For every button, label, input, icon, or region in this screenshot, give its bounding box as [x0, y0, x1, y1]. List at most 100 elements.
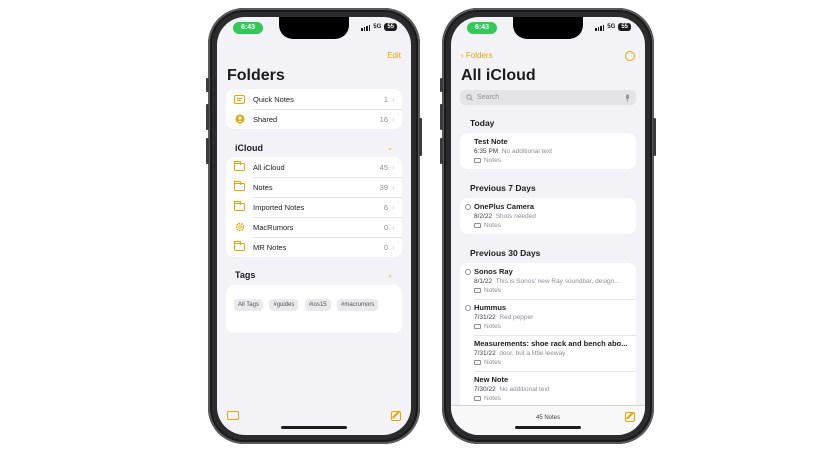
folder-row-shared[interactable]: Shared 16 ›	[226, 109, 402, 129]
folders-screen: 6:43 5G 55 Edit Folders Quick Notes 1 › …	[217, 17, 411, 435]
folder-icon	[474, 396, 481, 401]
top-folders-list: Quick Notes 1 › Shared 16 ›	[226, 89, 402, 129]
folder-count: 45	[379, 162, 388, 172]
folder-row-mr-notes[interactable]: MR Notes 0 ›	[226, 237, 402, 257]
folder-count: 16	[379, 114, 388, 124]
group-header-previous-30-days: Previous 30 Days	[470, 248, 541, 258]
folder-row-all-icloud[interactable]: All iCloud 45 ›	[226, 157, 402, 177]
search-icon	[466, 94, 473, 101]
tag-ios15[interactable]: #ios15	[304, 299, 331, 311]
note-subtitle: 6:35 PM No additional text	[474, 148, 553, 155]
note-title: Test Note	[474, 137, 508, 146]
side-button	[419, 118, 422, 156]
group-header-today: Today	[470, 118, 495, 128]
folder-icon	[234, 201, 245, 212]
note-item[interactable]: OnePlus Camera 8/2/22 Shots needed Notes	[460, 198, 636, 234]
group-header-previous-7-days: Previous 7 Days	[470, 183, 536, 193]
note-subtitle: 8/1/22 This is Sonos' new Ray soundbar, …	[474, 278, 620, 285]
more-icon[interactable]: ···	[625, 51, 635, 61]
note-title: OnePlus Camera	[474, 202, 535, 211]
note-folder: Notes	[474, 222, 628, 229]
folder-label: Shared	[253, 114, 278, 124]
search-field[interactable]: Search	[460, 90, 636, 105]
folder-row-imported-notes[interactable]: Imported Notes 6 ›	[226, 197, 402, 217]
network-label: 5G	[373, 24, 382, 30]
chevron-right-icon: ›	[392, 242, 395, 252]
status-time: 6:43	[467, 22, 497, 34]
folder-label: Notes	[253, 182, 273, 192]
chevron-right-icon: ›	[392, 162, 395, 172]
search-placeholder: Search	[477, 94, 500, 101]
volume-up-button	[206, 104, 209, 130]
notes-group-today: Test Note 6:35 PM No additional text Not…	[460, 133, 636, 169]
chevron-right-icon: ›	[392, 202, 395, 212]
tags-section-header[interactable]: Tags	[235, 270, 255, 280]
note-item[interactable]: Test Note 6:35 PM No additional text Not…	[460, 133, 636, 169]
note-item[interactable]: Sonos Ray 8/1/22 This is Sonos' new Ray …	[460, 263, 636, 299]
note-folder: Notes	[474, 323, 628, 330]
chevron-down-icon[interactable]: ⌄	[387, 144, 393, 152]
folder-count: 0	[383, 222, 388, 232]
folder-row-macrumors[interactable]: MacRumors 0 ›	[226, 217, 402, 237]
tag-all-tags[interactable]: All Tags	[234, 299, 263, 311]
compose-icon[interactable]	[625, 412, 635, 422]
icloud-section-header[interactable]: iCloud	[235, 143, 263, 153]
folder-icon	[474, 223, 481, 228]
note-title: Measurements: shoe rack and bench abo...	[474, 339, 628, 348]
folder-label: All iCloud	[253, 162, 285, 172]
note-folder: Notes	[474, 395, 628, 402]
edit-button[interactable]: Edit	[387, 51, 401, 60]
note-folder: Notes	[474, 157, 628, 164]
action-button	[206, 78, 209, 92]
note-title: New Note	[474, 375, 509, 384]
shared-icon	[234, 114, 245, 124]
home-indicator	[515, 426, 581, 429]
folder-label: Quick Notes	[253, 94, 294, 104]
folder-icon	[474, 360, 481, 365]
phone-frame-left: 6:43 5G 55 Edit Folders Quick Notes 1 › …	[206, 8, 422, 444]
home-indicator	[281, 426, 347, 429]
notes-group-previous-7-days: OnePlus Camera 8/2/22 Shots needed Notes	[460, 198, 636, 234]
compose-icon[interactable]	[391, 411, 401, 421]
shared-icon	[465, 305, 471, 311]
note-item[interactable]: Measurements: shoe rack and bench abo...…	[460, 335, 636, 371]
chevron-right-icon: ›	[392, 182, 395, 192]
tag-guides[interactable]: #guides	[269, 299, 299, 311]
note-subtitle: 8/2/22 Shots needed	[474, 213, 536, 220]
note-item[interactable]: New Note 7/30/22 No additional text Note…	[460, 371, 636, 407]
note-subtitle: 7/31/22 door, but a little leeway	[474, 350, 566, 357]
folder-row-quick-notes[interactable]: Quick Notes 1 ›	[226, 89, 402, 109]
status-indicators: 5G 55	[361, 23, 397, 31]
signal-icon	[361, 24, 371, 31]
back-label: Folders	[465, 51, 493, 60]
status-time: 6:43	[233, 22, 263, 34]
volume-down-button	[440, 138, 443, 164]
tag-macrumors[interactable]: #macrumors	[336, 299, 379, 311]
note-title: Sonos Ray	[474, 267, 513, 276]
phone-frame-right: 6:43 5G 55 ‹ Folders ··· All iCloud Sear…	[440, 8, 656, 444]
back-button[interactable]: ‹ Folders	[461, 51, 493, 60]
note-subtitle: 7/30/22 No additional text	[474, 386, 550, 393]
folder-icon	[474, 324, 481, 329]
chevron-down-icon[interactable]: ⌄	[387, 271, 393, 279]
gear-icon	[234, 222, 245, 232]
shared-icon	[465, 204, 471, 210]
folder-row-notes[interactable]: Notes 39 ›	[226, 177, 402, 197]
notes-group-previous-30-days: Sonos Ray 8/1/22 This is Sonos' new Ray …	[460, 263, 636, 407]
note-folder: Notes	[474, 287, 628, 294]
folder-label: MR Notes	[253, 242, 287, 252]
bottom-toolbar: 45 Notes	[451, 405, 645, 435]
page-title: All iCloud	[461, 67, 536, 84]
folder-icon	[474, 158, 481, 163]
volume-down-button	[206, 138, 209, 164]
quick-notes-icon	[234, 94, 245, 104]
folder-count: 6	[383, 202, 388, 212]
volume-up-button	[440, 104, 443, 130]
tags-card: All Tags #guides #ios15 #macrumors	[226, 285, 402, 333]
dynamic-island	[513, 17, 583, 39]
note-subtitle: 7/31/22 Red pepper	[474, 314, 534, 321]
notes-list-screen: 6:43 5G 55 ‹ Folders ··· All iCloud Sear…	[451, 17, 645, 435]
note-item[interactable]: Hummus 7/31/22 Red pepper Notes	[460, 299, 636, 335]
microphone-icon[interactable]	[625, 93, 630, 102]
new-folder-icon[interactable]	[227, 411, 239, 420]
